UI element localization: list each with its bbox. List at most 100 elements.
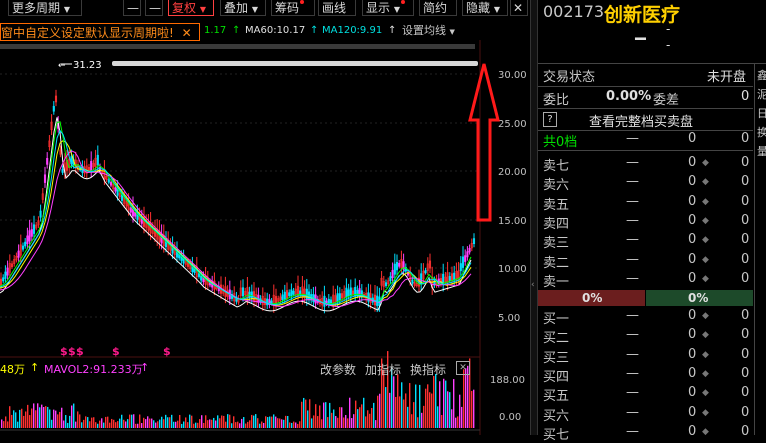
- simple-button[interactable]: 简约: [419, 0, 457, 16]
- ask-level-row[interactable]: 卖一 — 0 ◆ 0: [538, 271, 753, 290]
- ask-level-row[interactable]: 卖七 — 0 ◆ 0: [538, 155, 753, 174]
- volume-bar: [377, 395, 379, 428]
- candle-body: [26, 235, 29, 245]
- bid-level-volume: 0: [688, 423, 697, 439]
- volume-bar: [429, 392, 431, 428]
- side-tab[interactable]: 量: [757, 142, 766, 161]
- display-button[interactable]: 显示 ▼: [362, 0, 414, 16]
- bid-level-row[interactable]: 买一 — 0 ◆ 0: [538, 308, 753, 327]
- bid-level-label: 买五: [543, 389, 570, 405]
- volume-bar: [223, 415, 225, 428]
- volume-bar: [407, 406, 409, 428]
- candle-body: [305, 288, 308, 300]
- ma-line: [0, 150, 472, 307]
- hidden-indicator-strip: [0, 44, 475, 49]
- bid-level-row[interactable]: 买七 — 0 ◆ 0: [538, 424, 753, 443]
- volume-bar: [57, 414, 59, 428]
- candle-body: [393, 263, 396, 275]
- chips-button[interactable]: 筹码: [271, 0, 315, 16]
- side-tab[interactable]: 泥: [757, 85, 766, 104]
- close-chart-button[interactable]: ✕: [510, 0, 528, 16]
- bid-level-row[interactable]: 买四 — 0 ◆ 0: [538, 366, 753, 385]
- ask-level-row[interactable]: 卖五 — 0 ◆ 0: [538, 194, 753, 213]
- volume-bar: [153, 420, 155, 428]
- draw-line-button[interactable]: 画线: [318, 0, 356, 16]
- close-volume-icon[interactable]: ✕: [456, 361, 470, 375]
- ask-level-volume: 0: [688, 155, 697, 170]
- edit-params-tab[interactable]: 改参数: [320, 361, 356, 378]
- ask-level-change: 0: [741, 270, 750, 286]
- ma-settings-link[interactable]: 设置均线 ▼: [402, 22, 455, 40]
- help-icon[interactable]: ?: [543, 112, 557, 127]
- volume-bar: [41, 404, 43, 428]
- volume-bar: [431, 393, 433, 428]
- side-tab[interactable]: 换: [757, 123, 766, 142]
- volume-bar: [347, 418, 349, 428]
- volume-bar: [313, 415, 315, 428]
- side-tab[interactable]: 鑫: [757, 66, 766, 85]
- ask-level-row[interactable]: 卖二 — 0 ◆ 0: [538, 252, 753, 271]
- bid-level-price: —: [626, 423, 639, 439]
- chevron-down-icon: ▼: [493, 5, 500, 14]
- volume-bar: [103, 422, 105, 428]
- diamond-icon: ◆: [702, 388, 709, 399]
- volume-bar: [79, 414, 81, 428]
- candle-body: [30, 229, 33, 237]
- up-arrow-icon: ↑: [30, 361, 40, 374]
- volume-bar: [181, 423, 183, 428]
- candle-body: [349, 287, 352, 297]
- more-period-button[interactable]: 更多周期 ▼: [8, 0, 82, 16]
- panel-divider[interactable]: ‹: [530, 0, 538, 435]
- price-tick-label: 30.00: [498, 70, 527, 81]
- candle-body: [32, 224, 36, 234]
- volume-bar: [37, 403, 39, 428]
- divider: [538, 63, 766, 64]
- volume-bar: [193, 423, 195, 428]
- bid-level-label: 买一: [543, 312, 570, 327]
- volume-bar: [89, 421, 91, 428]
- collapse-arrow-icon[interactable]: ‹: [531, 280, 535, 290]
- volume-bar: [119, 418, 121, 428]
- full-book-button[interactable]: ? 查看完整档买卖盘: [538, 110, 753, 130]
- volume-bar: [53, 409, 55, 428]
- bid-level-row[interactable]: 买五 — 0 ◆ 0: [538, 385, 753, 404]
- up-arrow-icon: ↑: [232, 25, 241, 36]
- volume-bar: [23, 415, 25, 428]
- candle-body: [43, 174, 47, 183]
- bid-level-row[interactable]: 买六 — 0 ◆ 0: [538, 405, 753, 424]
- candle-body: [61, 168, 64, 173]
- notification-dot-icon: [401, 0, 405, 4]
- diamond-icon: ◆: [702, 311, 709, 321]
- candle-body: [464, 255, 467, 262]
- fuquan-button[interactable]: 复权 ▼: [168, 0, 214, 16]
- notice-close-icon[interactable]: ✕: [182, 26, 192, 40]
- minus-button[interactable]: —: [145, 0, 163, 16]
- volume-bar: [345, 415, 347, 428]
- volume-bar: [141, 423, 143, 428]
- volume-bar: [233, 416, 235, 428]
- volume-bar: [149, 418, 151, 428]
- volume-bar: [473, 389, 475, 428]
- ask-level-label: 卖二: [543, 255, 570, 271]
- minus-glyph: —: [149, 1, 161, 15]
- volume-bar: [279, 418, 281, 428]
- minimize-button[interactable]: —: [123, 0, 141, 16]
- ask-level-row[interactable]: 卖四 — 0 ◆ 0: [538, 213, 753, 232]
- ask-level-label: 卖三: [543, 236, 570, 252]
- volume-bar: [107, 416, 109, 428]
- add-indicator-tab[interactable]: 加指标: [365, 361, 401, 378]
- overlay-button[interactable]: 叠加 ▼: [220, 0, 266, 16]
- volume-bar: [147, 416, 149, 428]
- bid-level-price: —: [626, 327, 639, 343]
- hide-button[interactable]: 隐藏 ▼: [462, 0, 508, 16]
- switch-indicator-tab[interactable]: 换指标: [410, 361, 446, 378]
- ask-level-price: —: [626, 212, 639, 228]
- volume-bar: [205, 415, 207, 428]
- ask-level-row[interactable]: 卖三 — 0 ◆ 0: [538, 232, 753, 251]
- volume-bar: [135, 423, 137, 428]
- side-tab[interactable]: 日: [757, 104, 766, 123]
- ask-level-row[interactable]: 卖六 — 0 ◆ 0: [538, 174, 753, 193]
- bid-level-row[interactable]: 买二 — 0 ◆ 0: [538, 327, 753, 346]
- volume-bar: [219, 418, 221, 428]
- bid-level-row[interactable]: 买三 — 0 ◆ 0: [538, 347, 753, 366]
